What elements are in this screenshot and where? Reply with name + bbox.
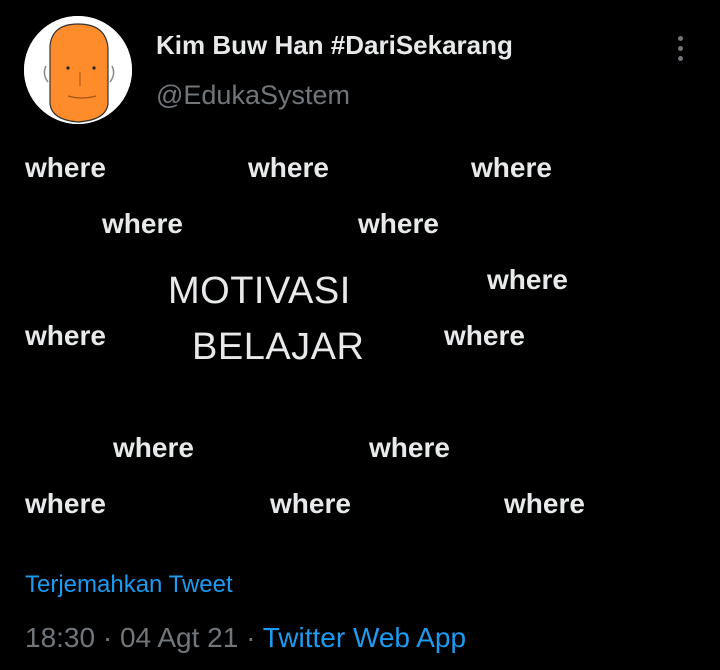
tweet-word: where bbox=[358, 208, 439, 239]
translate-tweet-link[interactable]: Terjemahkan Tweet bbox=[25, 571, 233, 599]
tweet-word: where bbox=[248, 152, 329, 183]
tweet-date[interactable]: 04 Agt 21 bbox=[120, 622, 238, 653]
tweet-word: where bbox=[487, 264, 568, 295]
tweet-word: where bbox=[102, 208, 183, 239]
tweet-headline-2: BELAJAR bbox=[192, 326, 365, 368]
tweet-body: where where where where where MOTIVASI w… bbox=[0, 0, 720, 560]
tweet-word: where bbox=[471, 152, 552, 183]
tweet-word: where bbox=[25, 320, 106, 351]
tweet-headline-1: MOTIVASI bbox=[168, 270, 351, 312]
tweet-word: where bbox=[369, 432, 450, 463]
tweet-word: where bbox=[25, 488, 106, 519]
meta-separator: · bbox=[95, 622, 120, 653]
tweet-word: where bbox=[444, 320, 525, 351]
tweet-word: where bbox=[25, 152, 106, 183]
tweet-meta: 18:30 · 04 Agt 21 · Twitter Web App bbox=[25, 622, 466, 654]
tweet-time[interactable]: 18:30 bbox=[25, 622, 95, 653]
tweet-word: where bbox=[504, 488, 585, 519]
tweet-source-link[interactable]: Twitter Web App bbox=[263, 622, 466, 653]
meta-separator: · bbox=[238, 622, 263, 653]
tweet-word: where bbox=[270, 488, 351, 519]
tweet-word: where bbox=[113, 432, 194, 463]
